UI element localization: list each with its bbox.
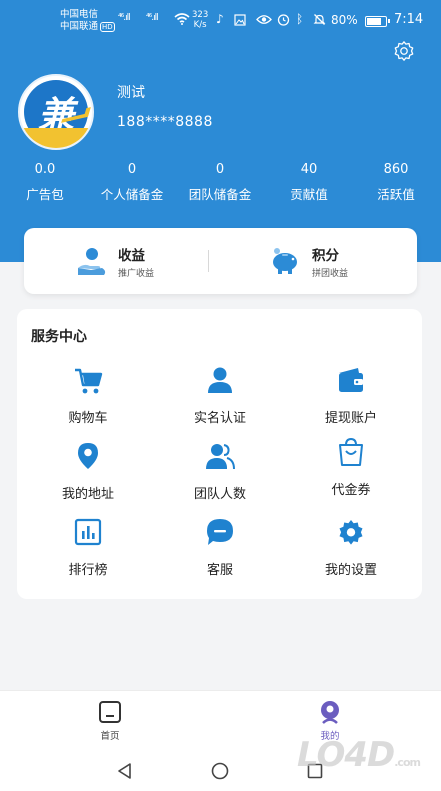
income-title: 收益 [118,248,145,264]
carrier-1: 中国电信 [60,9,99,20]
signal-2-icon: ⁴⁶.ıll [146,13,159,23]
battery-icon [365,16,390,27]
net-speed: 323 K/s [192,10,208,30]
signal-1-icon: ⁴⁶.ıll [118,13,131,23]
stat-ad-package[interactable]: 0.0 广告包 [3,160,87,203]
service-label: 提现账户 [324,411,377,426]
battery-fill [367,18,381,25]
gear-icon [339,520,363,545]
points-title: 积分 [312,248,339,264]
service-cart[interactable]: 购物车 [28,365,148,435]
earnings-card: 收益 推广收益 积分 拼团收益 [24,228,417,294]
logo-band [20,128,92,148]
service-label: 购物车 [68,411,108,426]
wifi-icon [174,13,190,25]
team-icon [206,444,235,470]
user-phone: 188****8888 [117,114,213,130]
service-my-settings[interactable]: 我的设置 [291,517,411,587]
bluetooth-icon: ᛒ [296,12,304,26]
cart-icon [75,368,103,394]
bar-chart-icon [74,518,102,546]
service-center-title: 服务中心 [31,329,87,345]
wallet-icon [339,368,363,392]
stat-label: 活跃值 [377,187,415,202]
service-leaderboard[interactable]: 排行榜 [28,517,148,587]
carrier-2: 中国联通 [60,21,99,32]
service-label: 团队人数 [193,487,246,502]
user-icon [208,367,232,393]
net-speed-unit: K/s [193,20,207,30]
hand-coin-icon [78,248,106,275]
clock: 7:14 [394,12,424,27]
service-my-address[interactable]: 我的地址 [28,441,148,511]
service-label: 实名认证 [193,411,246,426]
carrier-info: 中国电信 中国联通 HD [60,9,115,33]
nav-home[interactable]: 首页 [80,699,140,742]
service-real-name-auth[interactable]: 实名认证 [160,365,280,435]
chat-bubble-icon [207,519,233,545]
location-pin-icon [78,443,98,469]
service-customer-service[interactable]: 客服 [160,517,280,587]
user-name: 测试 [117,85,145,101]
home-circle-icon[interactable] [211,762,229,780]
back-icon[interactable] [116,762,134,780]
points-subtitle: 拼团收益 [312,269,349,279]
eye-icon [256,15,272,24]
battery-percent: 80% [331,13,358,27]
service-team-count[interactable]: 团队人数 [160,441,280,511]
service-center: 服务中心 购物车 实名认证 提现账户 我的地址 团队人数 代金券 排行榜 客服 … [17,309,422,599]
avatar[interactable]: 兼 [18,74,94,150]
income-subtitle: 推广收益 [118,269,155,279]
stat-label: 广告包 [26,187,64,202]
watermark: LO4D.com [297,735,421,775]
profile-icon [321,701,339,724]
stat-value: 0 [215,162,225,177]
piggy-bank-icon [273,248,297,274]
nav-home-label: 首页 [100,731,120,742]
service-label: 代金券 [331,483,371,498]
stat-contribution[interactable]: 40 贡献值 [267,160,351,203]
stat-value: 0.0 [34,162,56,177]
stat-label: 个人储备金 [100,187,164,202]
service-withdraw-account[interactable]: 提现账户 [291,365,411,435]
stat-personal-reserve[interactable]: 0 个人储备金 [90,160,174,203]
service-label: 我的地址 [61,487,114,502]
stat-label: 贡献值 [290,187,328,202]
watermark-suffix: .com [394,756,421,769]
tiktok-icon: ♪ [216,12,224,26]
income-button[interactable]: 收益 推广收益 [24,228,208,294]
settings-gear-icon[interactable] [393,40,415,62]
status-bar: 中国电信 中国联通 HD ⁴⁶.ıll ⁴⁶.ıll 323 K/s ♪ ᛒ 80… [0,0,441,38]
stat-value: 0 [127,162,137,177]
net-speed-value: 323 [192,10,209,20]
home-icon [99,701,121,723]
hd-badge: HD [100,22,115,32]
alarm-icon [277,14,290,26]
stat-activity[interactable]: 860 活跃值 [354,160,438,203]
service-label: 我的设置 [324,563,377,578]
stat-label: 团队储备金 [188,187,252,202]
image-icon [234,14,246,26]
stat-value: 40 [300,162,318,177]
service-label: 客服 [206,563,233,578]
watermark-text: LO4D [297,735,395,775]
service-label: 排行榜 [68,563,108,578]
points-button[interactable]: 积分 拼团收益 [209,228,417,294]
mute-icon [313,14,326,25]
stat-team-reserve[interactable]: 0 团队储备金 [178,160,262,203]
stat-value: 860 [383,162,409,177]
shopping-bag-icon [339,437,363,466]
service-voucher[interactable]: 代金券 [291,437,411,507]
